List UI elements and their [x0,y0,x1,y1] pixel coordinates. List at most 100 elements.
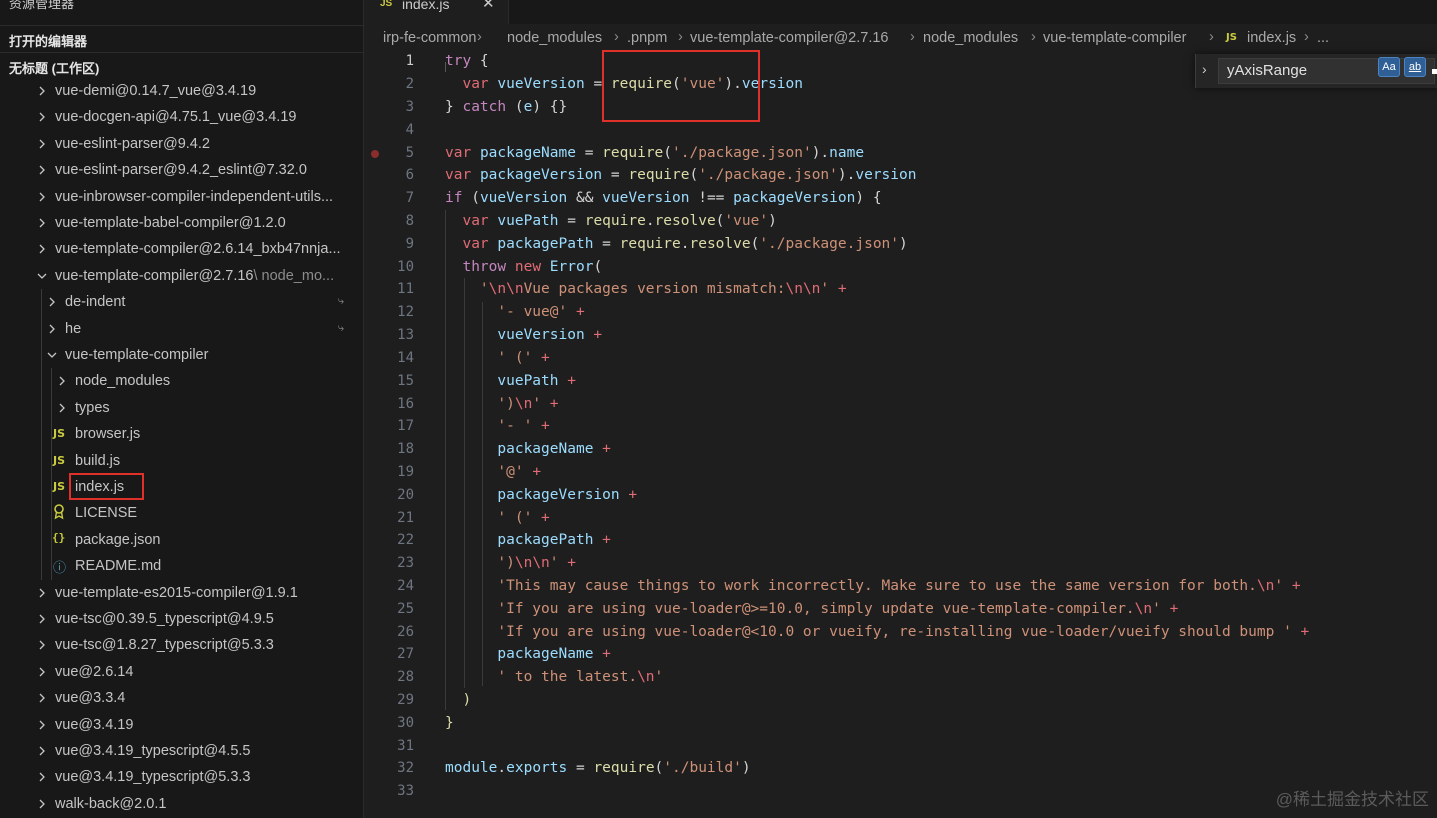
line-number: 22 [397,532,414,548]
code-line: 'If you are using vue-loader@<10.0 or vu… [497,624,1310,640]
code-editor[interactable]: 1 2 3 4 5 6 7 8 9 10 11 12 13 14 15 16 1… [364,50,1437,818]
breadcrumb-item[interactable]: vue-template-compiler [1043,30,1186,46]
tree-folder-vue-tsc-1827[interactable]: vue-tsc@1.8.27_typescript@5.3.3 [0,633,362,659]
code-line: packageName + [497,646,611,662]
code-line: throw new Error( [462,259,603,275]
chevron-right-icon [36,585,48,601]
breadcrumb-item[interactable]: .pnpm [627,30,667,46]
chevron-right-icon [36,136,48,152]
line-number: 13 [397,327,414,343]
match-whole-word-button[interactable]: ab [1404,57,1426,77]
tree-folder-vue-demi[interactable]: vue-demi@0.14.7_vue@3.4.19 [0,79,362,105]
highlight-box [69,473,144,500]
tree-folder-node-modules[interactable]: node_modules [0,369,362,395]
tree-item-label: vue-template-compiler [65,347,209,363]
chevron-right-icon [36,743,48,759]
tree-folder-vue-3419-ts533[interactable]: vue@3.4.19_typescript@5.3.3 [0,765,362,791]
breadcrumb-item[interactable]: index.js [1247,30,1296,46]
line-number: 15 [397,373,414,389]
close-icon[interactable]: ✕ [482,0,495,12]
javascript-file-icon: JS [53,480,66,493]
chevron-right-icon: › [1209,29,1214,45]
tree-item-label: vue-template-es2015-compiler@1.9.1 [55,585,298,601]
find-input[interactable]: yAxisRange [1218,58,1435,84]
code-line: '- ' + [497,418,550,434]
tree-folder-de-indent[interactable]: de-indent ⤷ [0,290,362,316]
tree-item-label: vue-eslint-parser@9.4.2 [55,136,210,152]
line-number: 18 [397,441,414,457]
tree-folder-vue-2614[interactable]: vue@2.6.14 [0,660,362,686]
code-line: '\n\nVue packages version mismatch:\n\n'… [479,281,847,297]
code-line: } catch (e) {} [445,99,568,115]
tree-item-label: vue@3.4.19_typescript@5.3.3 [55,769,251,785]
symlink-icon: ⤷ [337,322,344,334]
code-line: vuePath + [497,373,576,389]
tree-folder-vue-template-compiler-2716[interactable]: vue-template-compiler@2.7.16\ node_mo... [0,264,362,290]
tab-index-js[interactable]: JS index.js ✕ [364,0,509,24]
code-line: packageVersion + [497,487,638,503]
tree-item-label: vue-template-compiler@2.7.16\ node_mo... [55,268,335,284]
tree-item-label: build.js [75,453,121,469]
chevron-right-icon [36,162,48,178]
chevron-right-icon[interactable]: › [1202,61,1207,77]
tree-folder-vue-334[interactable]: vue@3.3.4 [0,686,362,712]
tree-folder-he[interactable]: he ⤷ [0,317,362,343]
chevron-right-icon [56,373,68,389]
chevron-right-icon: › [614,29,619,45]
breadcrumb-item[interactable]: node_modules [923,30,1018,46]
tree-folder-types[interactable]: types [0,396,362,422]
code-line: packagePath + [497,532,611,548]
match-case-button[interactable]: Aa [1378,57,1400,77]
tree-folder-vue-tsc-0395[interactable]: vue-tsc@0.39.5_typescript@4.9.5 [0,607,362,633]
chevron-right-icon [36,109,48,125]
tree-folder-vue-template-compiler-2614[interactable]: vue-template-compiler@2.6.14_bxb47nnja..… [0,237,362,263]
tree-file-package-json[interactable]: {} package.json [0,528,362,554]
tree-folder-vue-eslint-parser-eslint[interactable]: vue-eslint-parser@9.4.2_eslint@7.32.0 [0,158,362,184]
tree-file-index-js[interactable]: JS index.js [0,475,362,501]
chevron-right-icon: › [1304,29,1309,45]
breadcrumb-item[interactable]: irp-fe-common [383,30,476,46]
breadcrumb-item[interactable]: node_modules [507,30,602,46]
javascript-file-icon: JS [53,454,66,467]
code-line: try { [445,53,489,69]
json-file-icon: {} [52,531,66,544]
tree-item-description: \ node_mo... [253,268,335,284]
tree-item-label: walk-back@2.0.1 [55,796,167,812]
tree-item-label: vue-eslint-parser@9.4.2_eslint@7.32.0 [55,162,307,178]
watermark: @稀土掘金技术社区 [1275,790,1429,809]
tree-file-license[interactable]: LICENSE [0,501,362,527]
explorer-sidebar: 资源管理器 ··· 打开的编辑器 无标题 (工作区) vue-demi@0.14… [0,0,364,818]
tree-folder-vue-docgen-api[interactable]: vue-docgen-api@4.75.1_vue@3.4.19 [0,105,362,131]
tree-folder-vue-template-es2015-compiler[interactable]: vue-template-es2015-compiler@1.9.1 [0,581,362,607]
workspace-section[interactable]: 无标题 (工作区) [0,52,363,79]
breadcrumb: irp-fe-common › node_modules › .pnpm › v… [364,26,1437,50]
line-number: 8 [405,213,414,229]
chevron-right-icon [46,321,58,337]
tree-folder-vue-3419-ts455[interactable]: vue@3.4.19_typescript@4.5.5 [0,739,362,765]
breadcrumb-item[interactable]: vue-template-compiler@2.7.16 [690,30,888,46]
tree-file-browser-js[interactable]: JS browser.js [0,422,362,448]
line-number: 33 [397,783,414,799]
open-editors-section[interactable]: 打开的编辑器 [0,25,363,52]
tree-item-label: vue@3.3.4 [55,690,126,706]
tree-item-label: he [65,321,82,337]
tree-folder-walk-back[interactable]: walk-back@2.0.1 [0,792,362,818]
breadcrumb-item[interactable]: ... [1317,30,1329,46]
code-line: ' (' + [497,350,550,366]
line-number: 3 [405,99,414,115]
tree-folder-vue-inbrowser-compiler[interactable]: vue-inbrowser-compiler-independent-utils… [0,185,362,211]
regex-button-edge[interactable] [1432,69,1437,74]
line-number: 2 [405,76,414,92]
tree-folder-vue-eslint-parser[interactable]: vue-eslint-parser@9.4.2 [0,132,362,158]
tree-folder-vue-template-babel-compiler[interactable]: vue-template-babel-compiler@1.2.0 [0,211,362,237]
line-number: 6 [405,167,414,183]
tree-folder-vue-template-compiler[interactable]: vue-template-compiler [0,343,362,369]
tab-label: index.js [402,0,450,12]
more-actions-icon[interactable]: ··· [328,0,347,8]
tree-folder-vue-3419[interactable]: vue@3.4.19 [0,713,362,739]
tree-file-readme[interactable]: ⓘ README.md [0,554,362,580]
tree-file-build-js[interactable]: JS build.js [0,449,362,475]
line-number: 25 [397,601,414,617]
chevron-right-icon [36,796,48,812]
code-line: 'This may cause things to work incorrect… [497,578,1301,594]
